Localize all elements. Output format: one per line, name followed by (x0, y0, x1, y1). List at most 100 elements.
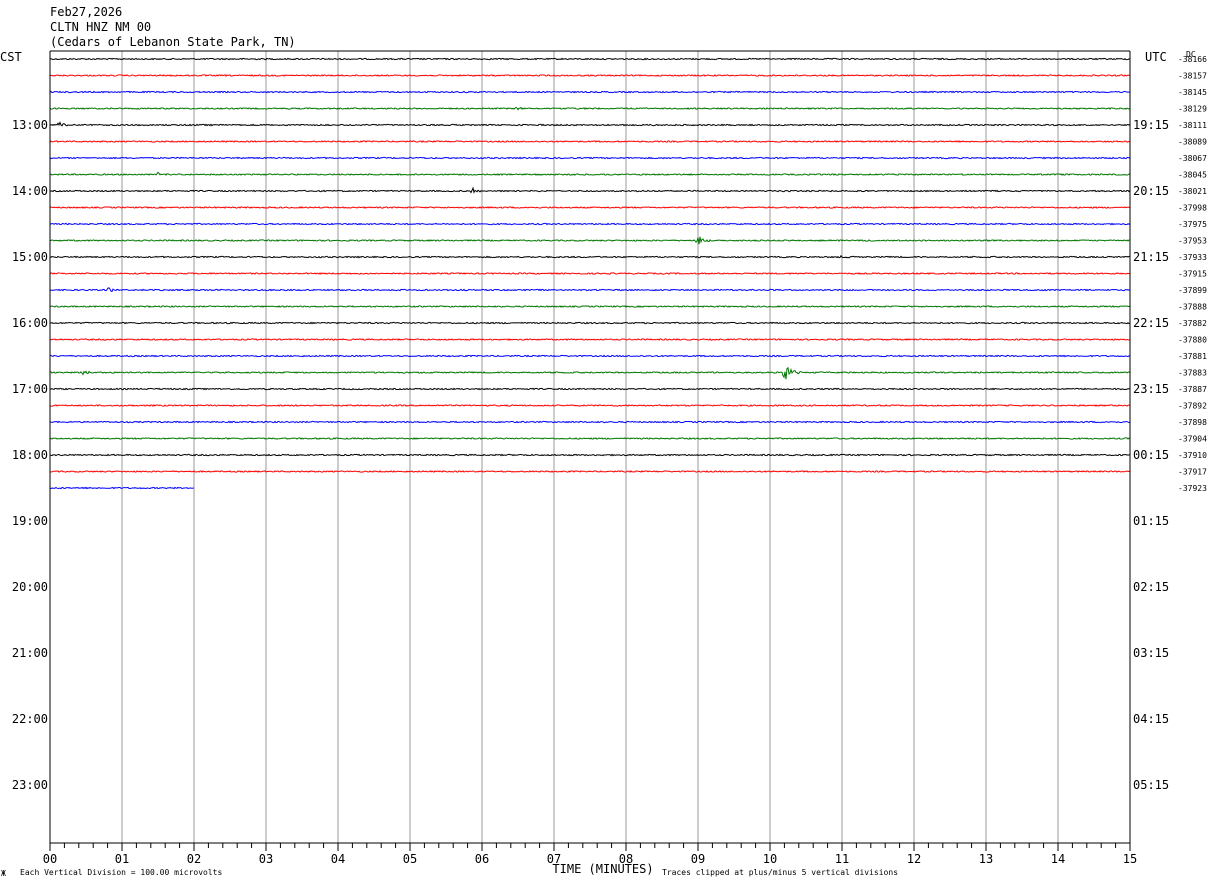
dc-offset-row-17: -37882 (1178, 319, 1207, 328)
header-date: Feb27,2026 (50, 5, 122, 19)
x-tick-label-06: 06 (475, 852, 489, 866)
cst-hour-label: 16:00 (12, 316, 48, 330)
trace-row-22 (49, 404, 1131, 407)
dc-offset-row-12: -37953 (1178, 237, 1207, 246)
dc-offset-row-15: -37899 (1178, 286, 1207, 295)
cst-hour-label: 21:00 (12, 646, 48, 660)
dc-offset-row-13: -37933 (1178, 253, 1207, 262)
trace-row-6 (49, 140, 1130, 143)
dc-offset-row-2: -38157 (1178, 72, 1207, 81)
dc-offset-row-11: -37975 (1178, 220, 1207, 229)
plot-frame (49, 50, 1131, 844)
trace-row-26 (49, 470, 1131, 473)
dc-offset-row-19: -37881 (1178, 352, 1207, 361)
utc-hour-label: 22:15 (1133, 316, 1169, 330)
footer-clip-note: Traces clipped at plus/minus 5 vertical … (662, 868, 898, 877)
x-tick-label-14: 14 (1051, 852, 1065, 866)
vertical-gridlines (121, 51, 1059, 843)
x-tick-label-13: 13 (979, 852, 993, 866)
dc-offset-row-18: -37880 (1178, 336, 1207, 345)
dc-offset-row-3: -38145 (1178, 88, 1207, 97)
trace-row-25 (49, 453, 1131, 457)
trace-row-21 (49, 387, 1130, 391)
trace-row-19 (49, 354, 1131, 358)
trace-row-11 (49, 222, 1131, 226)
dc-offset-row-5: -38111 (1178, 121, 1207, 130)
dc-offset-row-16: -37888 (1178, 303, 1207, 312)
dc-offset-row-8: -38045 (1178, 171, 1207, 180)
utc-hour-label: 01:15 (1133, 514, 1169, 528)
trace-row-17 (49, 321, 1131, 325)
trace-row-23 (49, 420, 1131, 424)
x-tick-label-02: 02 (187, 852, 201, 866)
trace-row-14 (49, 272, 1131, 275)
x-tick-label-00: 00 (43, 852, 57, 866)
cst-hour-label: 23:00 (12, 778, 48, 792)
dc-offset-row-1: -38166 (1178, 55, 1207, 64)
dc-offset-row-22: -37892 (1178, 402, 1207, 411)
header-station: CLTN HNZ NM 00 (50, 20, 151, 34)
x-tick-label-12: 12 (907, 852, 921, 866)
x-tick-label-15: 15 (1123, 852, 1137, 866)
trace-row-7 (49, 156, 1131, 160)
header-location: (Cedars of Lebanon State Park, TN) (50, 35, 296, 49)
trace-row-10 (49, 206, 1131, 209)
trace-row-2 (49, 74, 1131, 77)
dc-offset-row-25: -37910 (1178, 451, 1207, 460)
helicorder-chart: Feb27,2026 CLTN HNZ NM 00 (Cedars of Leb… (0, 5, 1207, 878)
x-tick-label-11: 11 (835, 852, 849, 866)
utc-hour-label: 04:15 (1133, 712, 1169, 726)
utc-hour-label: 23:15 (1133, 382, 1169, 396)
header: Feb27,2026 CLTN HNZ NM 00 (Cedars of Leb… (50, 5, 296, 49)
cst-hour-label: 17:00 (12, 382, 48, 396)
dc-offset-row-21: -37887 (1178, 385, 1207, 394)
right-timezone-label: UTC (1145, 50, 1167, 64)
trace-row-24 (49, 437, 1131, 440)
footer-marker: Ж (1, 869, 6, 878)
dc-offset-row-7: -38067 (1178, 154, 1207, 163)
dc-offset-row-4: -38129 (1178, 105, 1207, 114)
trace-row-9 (49, 186, 1131, 194)
dc-offset-row-27: -37923 (1178, 484, 1207, 493)
x-tick-label-03: 03 (259, 852, 273, 866)
dc-offset-row-26: -37917 (1178, 468, 1207, 477)
dc-offset-row-6: -38089 (1178, 138, 1207, 147)
cst-hour-label: 13:00 (12, 118, 48, 132)
dc-offset-row-23: -37898 (1178, 418, 1207, 427)
trace-row-3 (49, 90, 1130, 94)
trace-row-1 (49, 57, 1131, 61)
x-tick-label-09: 09 (691, 852, 705, 866)
utc-hour-label: 20:15 (1133, 184, 1169, 198)
cst-hour-label: 18:00 (12, 448, 48, 462)
trace-row-5 (49, 121, 1131, 127)
utc-hour-label: 03:15 (1133, 646, 1169, 660)
x-tick-label-05: 05 (403, 852, 417, 866)
trace-row-16 (50, 305, 1131, 308)
utc-hour-label: 05:15 (1133, 778, 1169, 792)
seismogram-traces (49, 57, 1131, 490)
trace-row-4 (49, 106, 1131, 111)
trace-row-8 (49, 171, 1131, 176)
x-tick-label-04: 04 (331, 852, 345, 866)
trace-row-15 (49, 287, 1131, 293)
dc-offset-row-10: -37998 (1178, 204, 1207, 213)
cst-hour-label: 22:00 (12, 712, 48, 726)
dc-offset-row-20: -37883 (1178, 369, 1207, 378)
utc-hour-label: 21:15 (1133, 250, 1169, 264)
left-timezone-label: CST (0, 50, 22, 64)
footer-scale-note: Each Vertical Division = 100.00 microvol… (20, 868, 222, 877)
trace-row-12 (49, 236, 1130, 245)
dc-offset-row-9: -38021 (1178, 187, 1207, 196)
trace-row-18 (49, 338, 1130, 341)
cst-hour-label: 19:00 (12, 514, 48, 528)
cst-hour-label: 15:00 (12, 250, 48, 264)
cst-hour-label: 14:00 (12, 184, 48, 198)
dc-offset-labels: -38166 -38157 -38145 -38129 -38111 -38089 -380… (1178, 55, 1207, 493)
utc-hour-label: 19:15 (1133, 118, 1169, 132)
dc-offset-row-14: -37915 (1178, 270, 1207, 279)
trace-row-20 (50, 366, 1131, 380)
dc-offset-row-24: -37904 (1178, 435, 1207, 444)
trace-row-13 (49, 254, 1130, 259)
x-axis-title: TIME (MINUTES) (552, 862, 653, 876)
cst-hour-label: 20:00 (12, 580, 48, 594)
